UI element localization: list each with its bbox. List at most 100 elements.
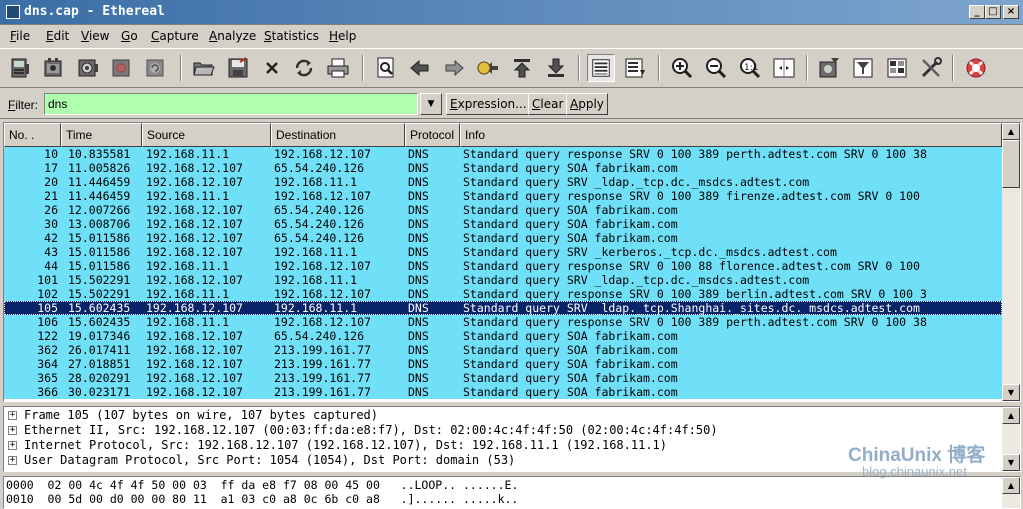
- maximize-button[interactable]: □: [985, 5, 1001, 19]
- find-packet-icon[interactable]: [372, 54, 400, 82]
- open-file-icon[interactable]: [190, 54, 218, 82]
- clear-button[interactable]: Clear: [528, 93, 568, 115]
- coloring-rules-icon[interactable]: [883, 54, 911, 82]
- preferences-icon[interactable]: [917, 54, 945, 82]
- packet-cell-source: 192.168.11.1: [146, 287, 230, 301]
- column-header-1[interactable]: Time: [61, 123, 142, 147]
- expand-icon[interactable]: +: [8, 456, 17, 465]
- scroll-up-button[interactable]: ▲: [1002, 477, 1020, 494]
- go-back-icon[interactable]: [406, 54, 434, 82]
- packet-row[interactable]: 106 15.602435 192.168.11.1 192.168.12.107 DN…: [4, 315, 1002, 329]
- packet-cell-info: Standard query response SRV 0 100 389 pe…: [463, 315, 927, 329]
- packet-row[interactable]: 30 13.008706 192.168.12.107 65.54.240.126 DN…: [4, 217, 1002, 231]
- expand-icon[interactable]: +: [8, 426, 17, 435]
- filter-dropdown-button[interactable]: ▼: [420, 93, 442, 115]
- packet-cell-source: 192.168.11.1: [146, 147, 230, 161]
- packet-cell-source: 192.168.12.107: [146, 175, 243, 189]
- go-forward-icon[interactable]: [440, 54, 468, 82]
- packet-row[interactable]: 21 11.446459 192.168.11.1 192.168.12.107 DNS…: [4, 189, 1002, 203]
- expand-icon[interactable]: +: [8, 411, 17, 420]
- scroll-up-button[interactable]: ▲: [1002, 407, 1020, 424]
- expression-button[interactable]: Expression...: [446, 93, 531, 115]
- packet-row[interactable]: 105 15.602435 192.168.12.107 192.168.11.1 DN…: [4, 301, 1002, 315]
- apply-button[interactable]: Apply: [566, 93, 608, 115]
- restart-capture-icon[interactable]: [142, 54, 170, 82]
- packet-row[interactable]: 26 12.007266 192.168.12.107 65.54.240.126 DN…: [4, 203, 1002, 217]
- packet-cell-info: Standard query SOA fabrikam.com: [463, 357, 678, 371]
- zoom-in-icon[interactable]: [668, 54, 696, 82]
- details-scrollbar[interactable]: ▲ ▼: [1002, 407, 1020, 471]
- menu-statistics[interactable]: Statistics: [264, 28, 319, 44]
- packet-row[interactable]: 20 11.446459 192.168.12.107 192.168.11.1 DNS…: [4, 175, 1002, 189]
- packet-cell-time: 15.011586: [68, 231, 131, 245]
- menu-analyze[interactable]: Analyze: [209, 28, 256, 44]
- packet-row[interactable]: 362 26.017411 192.168.12.107 213.199.161.77…: [4, 343, 1002, 357]
- menu-label: iew: [88, 29, 110, 43]
- column-header-4[interactable]: Protocol: [405, 123, 460, 147]
- print-icon[interactable]: [324, 54, 352, 82]
- go-first-icon[interactable]: [508, 54, 536, 82]
- colorize-icon[interactable]: [587, 54, 615, 82]
- packet-row[interactable]: 366 30.023171 192.168.12.107 213.199.161.77…: [4, 385, 1002, 399]
- display-filters-icon[interactable]: [849, 54, 877, 82]
- go-to-packet-icon[interactable]: [474, 54, 502, 82]
- packet-row[interactable]: 102 15.502291 192.168.11.1 192.168.12.107 DN…: [4, 287, 1002, 301]
- help-icon[interactable]: [962, 54, 990, 82]
- start-capture-icon[interactable]: [74, 54, 102, 82]
- packet-cell-destination: 192.168.11.1: [274, 175, 358, 189]
- column-header-3[interactable]: Destination: [271, 123, 405, 147]
- packet-row[interactable]: 101 15.502291 192.168.12.107 192.168.11.1 DN…: [4, 273, 1002, 287]
- packet-row[interactable]: 17 11.005826 192.168.12.107 65.54.240.126 DN…: [4, 161, 1002, 175]
- capture-filters-icon[interactable]: [815, 54, 843, 82]
- packet-list-scrollbar[interactable]: ▲ ▼: [1002, 123, 1020, 401]
- scroll-down-button[interactable]: ▼: [1002, 454, 1020, 471]
- packet-row[interactable]: 42 15.011586 192.168.12.107 65.54.240.126 DN…: [4, 231, 1002, 245]
- hex-row: 0000 02 00 4c 4f 4f 50 00 03 ff da e8 f7…: [6, 478, 518, 492]
- menu-label: o: [130, 29, 138, 43]
- menu-label: ile: [16, 29, 31, 43]
- scroll-up-button[interactable]: ▲: [1002, 123, 1020, 140]
- close-button[interactable]: ×: [1003, 5, 1019, 19]
- column-header-5[interactable]: Info: [460, 123, 1002, 147]
- menu-view[interactable]: View: [81, 28, 109, 44]
- scroll-thumb[interactable]: [1002, 140, 1020, 188]
- go-last-icon[interactable]: [542, 54, 570, 82]
- resize-columns-icon[interactable]: [770, 54, 798, 82]
- menu-file[interactable]: File: [10, 28, 30, 44]
- save-file-icon[interactable]: [224, 54, 252, 82]
- packet-cell-protocol: DNS: [408, 343, 429, 357]
- scroll-down-button[interactable]: ▼: [1002, 384, 1020, 401]
- zoom-out-icon[interactable]: [702, 54, 730, 82]
- packet-row[interactable]: 43 15.011586 192.168.12.107 192.168.11.1 DNS…: [4, 245, 1002, 259]
- menu-help[interactable]: Help: [329, 28, 356, 44]
- auto-scroll-icon[interactable]: [621, 54, 649, 82]
- column-header-0[interactable]: No. .: [4, 123, 61, 147]
- zoom-normal-icon[interactable]: 1:1: [736, 54, 764, 82]
- packet-cell-source: 192.168.12.107: [146, 231, 243, 245]
- packet-row[interactable]: 122 19.017346 192.168.12.107 65.54.240.126 D…: [4, 329, 1002, 343]
- packet-cell-no: 106: [37, 315, 58, 329]
- title-bar[interactable]: dns.cap - Ethereal _ □ ×: [0, 0, 1023, 25]
- stop-capture-icon[interactable]: [108, 54, 136, 82]
- packet-cell-time: 15.011586: [68, 259, 131, 273]
- packet-row[interactable]: 364 27.018851 192.168.12.107 213.199.161.77…: [4, 357, 1002, 371]
- packet-row[interactable]: 10 10.835581 192.168.11.1 192.168.12.107 DNS…: [4, 147, 1002, 161]
- filter-input[interactable]: dns: [44, 93, 418, 115]
- column-header-2[interactable]: Source: [142, 123, 271, 147]
- reload-icon[interactable]: [290, 54, 318, 82]
- interfaces-icon[interactable]: [6, 54, 34, 82]
- minimize-button[interactable]: _: [969, 5, 985, 19]
- menu-capture[interactable]: Capture: [151, 28, 199, 44]
- bytes-scrollbar[interactable]: ▲: [1002, 477, 1020, 508]
- capture-options-icon[interactable]: [40, 54, 68, 82]
- menu-edit[interactable]: Edit: [46, 28, 69, 44]
- toolbar-separator: [806, 55, 808, 81]
- packet-row[interactable]: 44 15.011586 192.168.11.1 192.168.12.107 DNS…: [4, 259, 1002, 273]
- packet-cell-destination: 65.54.240.126: [274, 329, 365, 343]
- menu-label: nalyze: [217, 29, 257, 43]
- expand-icon[interactable]: +: [8, 441, 17, 450]
- packet-row[interactable]: 365 28.020291 192.168.12.107 213.199.161.77…: [4, 371, 1002, 385]
- menu-go[interactable]: Go: [121, 28, 138, 44]
- packet-cell-info: Standard query SRV _ldap._tcp.dc._msdcs.…: [463, 175, 810, 189]
- close-file-icon[interactable]: [258, 54, 286, 82]
